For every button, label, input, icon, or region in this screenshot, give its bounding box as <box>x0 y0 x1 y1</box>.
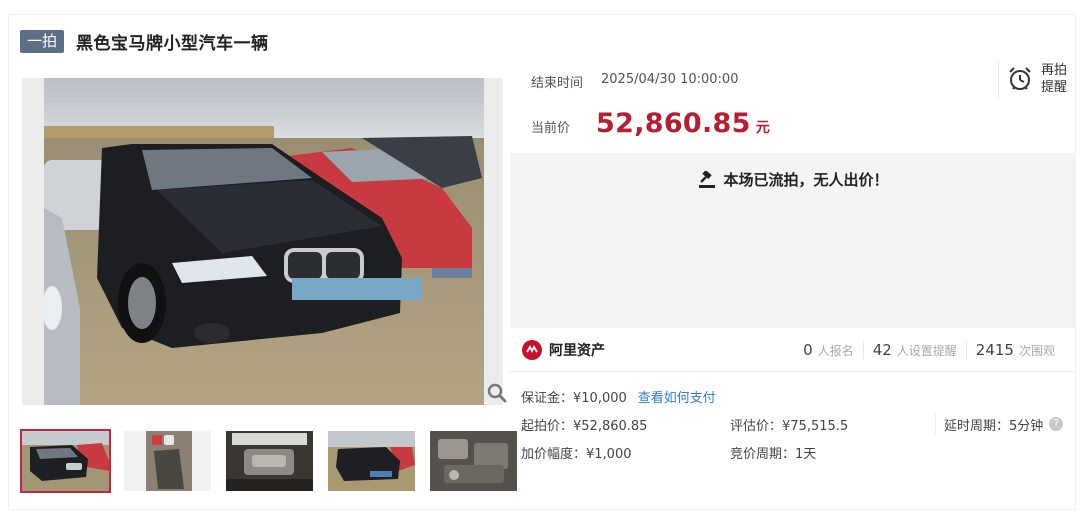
page-title: 黑色宝马牌小型汽车一辆 <box>76 33 269 54</box>
view-label: 次围观 <box>1018 343 1055 358</box>
bid-cycle: 竞价周期：1天 <box>730 446 817 462</box>
main-car-image[interactable] <box>22 78 503 405</box>
price-row: 当前价 52,860.85 元 <box>531 108 770 139</box>
thumbnail-front-view-2[interactable] <box>328 431 415 491</box>
round-badge: 一拍 <box>20 29 65 53</box>
view-stat: 2415 次围观 <box>965 340 1064 359</box>
signup-stat: 0 人报名 <box>794 341 863 359</box>
title-row: 一拍 黑色宝马牌小型汽车一辆 <box>20 28 269 54</box>
platform-bar: 阿里资产 0 人报名 42 人设置提醒 2415 次围观 <box>510 328 1076 372</box>
auction-stats: 0 人报名 42 人设置提醒 2415 次围观 <box>794 340 1064 359</box>
how-to-pay-link[interactable]: 查看如何支付 <box>638 387 716 406</box>
bid-increment: 加价幅度：¥1,000 <box>521 446 632 462</box>
extension-period: 延时周期：5分钟 ? <box>935 413 1076 435</box>
start-price: 起拍价：¥52,860.85 <box>521 418 648 434</box>
gavel-icon <box>699 170 716 188</box>
end-time-label: 结束时间 <box>531 76 584 91</box>
platform-name: 阿里资产 <box>549 342 605 359</box>
increment-row: 加价幅度：¥1,000 竞价周期：1天 <box>521 438 1076 466</box>
current-price: 52,860.85 <box>596 108 751 139</box>
thumbnail-front-view[interactable] <box>20 429 111 493</box>
auction-status: 本场已流拍，无人出价！ <box>510 169 1076 190</box>
reminder-stat: 42 人设置提醒 <box>862 340 966 359</box>
signup-label: 人报名 <box>817 343 854 358</box>
deposit-row: 保证金：¥10,000 查看如何支付 <box>521 382 1076 410</box>
zoom-icon[interactable] <box>486 382 508 404</box>
remind-line2: 提醒 <box>1041 80 1068 95</box>
price-label: 当前价 <box>531 121 571 136</box>
auction-status-box: 本场已流拍，无人出价！ <box>510 153 1076 328</box>
help-icon[interactable]: ? <box>1049 417 1064 431</box>
thumbnail-engine-detail[interactable] <box>430 431 517 491</box>
estimate-price: 评估价：¥75,515.5 <box>730 418 849 434</box>
alarm-clock-icon <box>1009 67 1031 90</box>
signup-count: 0 <box>803 340 813 359</box>
price-unit: 元 <box>755 120 770 136</box>
auction-details: 保证金：¥10,000 查看如何支付 起拍价：¥52,860.85 评估价：¥7… <box>521 382 1076 466</box>
ali-assets-logo-icon <box>522 339 542 360</box>
extension-text: 延时周期：5分钟 <box>944 418 1044 434</box>
end-time-value: 2025/04/30 10:00:00 <box>601 72 739 87</box>
deposit-value: 保证金：¥10,000 <box>521 390 627 406</box>
ali-assets-logo[interactable]: 阿里资产 <box>521 339 605 361</box>
remind-line1: 再拍 <box>1041 63 1068 78</box>
reminder-label: 人设置提醒 <box>896 343 957 358</box>
thumbnail-tire-detail[interactable] <box>124 431 211 491</box>
reminder-count: 42 <box>872 340 892 359</box>
rebid-reminder-button[interactable]: 再拍 提醒 <box>998 60 1076 98</box>
view-count: 2415 <box>975 340 1014 359</box>
status-text: 本场已流拍，无人出价！ <box>723 171 889 189</box>
thumbnail-strip <box>20 429 517 493</box>
car-photo <box>22 78 503 405</box>
thumbnail-engine-bay[interactable] <box>226 431 313 491</box>
price-details-row: 起拍价：¥52,860.85 评估价：¥75,515.5 延时周期：5分钟 ? <box>521 410 1076 438</box>
end-time-row: 结束时间 2025/04/30 10:00:00 <box>531 72 738 91</box>
